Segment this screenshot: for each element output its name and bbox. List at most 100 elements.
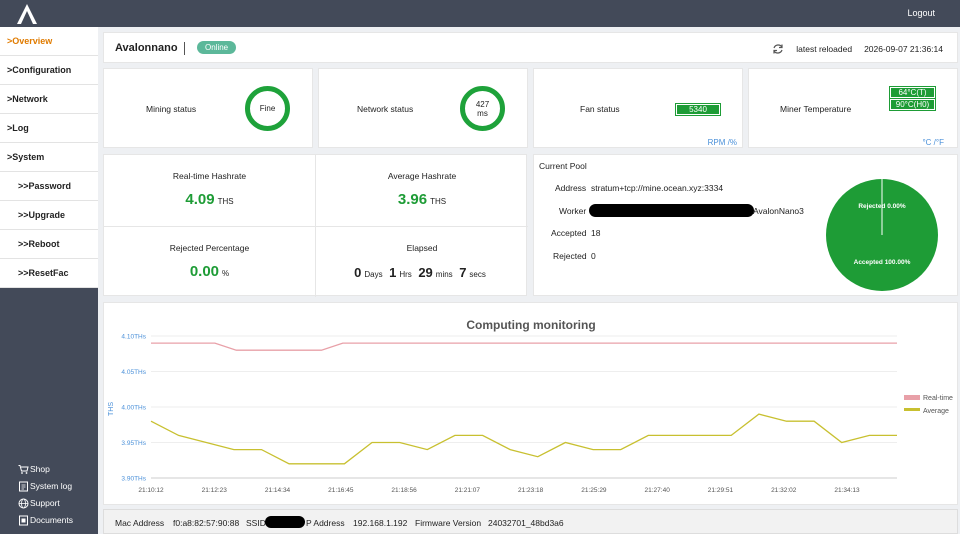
fan-unit-toggle[interactable]: RPM /% bbox=[708, 138, 737, 147]
network-status-card: Network status 427 ms bbox=[318, 68, 528, 148]
chart-x-tick-label: 21:16:45 bbox=[328, 487, 354, 494]
chart-x-tick-label: 21:27:40 bbox=[645, 487, 671, 494]
elapsed-hours-unit: Hrs bbox=[399, 270, 412, 279]
ssid-redaction bbox=[265, 516, 305, 528]
elapsed-secs: 7 bbox=[459, 265, 467, 280]
realtime-hashrate-unit: THS bbox=[217, 197, 234, 206]
elapsed-cell: Elapsed 0 Days 1 Hrs 29 mins 7 secs bbox=[316, 227, 528, 297]
fan-status-card: Fan status 5340 RPM /% bbox=[533, 68, 743, 148]
temperature-unit-toggle[interactable]: °C /°F bbox=[922, 138, 944, 147]
pool-accepted-label: Accepted bbox=[551, 228, 587, 238]
device-header: Avalonnano Online latest reloaded 2026-0… bbox=[103, 32, 958, 63]
pool-title: Current Pool bbox=[539, 161, 587, 171]
elapsed-label: Elapsed bbox=[406, 243, 438, 253]
sidebar: >Overview >Configuration >Network >Log >… bbox=[0, 27, 98, 534]
network-status-ring: 427 ms bbox=[460, 86, 505, 131]
ip-address-value: 192.168.1.192 bbox=[353, 518, 408, 528]
sidebar-menu: >Overview >Configuration >Network >Log >… bbox=[0, 27, 98, 288]
online-badge: Online bbox=[197, 41, 237, 54]
chart-x-tick-label: 21:34:13 bbox=[834, 487, 860, 494]
pool-worker-value: AvalonNano3 bbox=[753, 206, 804, 216]
chart-y-tick-label: 4.00THs bbox=[121, 405, 146, 412]
chart-x-tick-label: 21:12:23 bbox=[202, 487, 228, 494]
rejected-percentage-label: Rejected Percentage bbox=[169, 243, 250, 253]
reload-time: 2026-09-07 21:36:14 bbox=[864, 44, 943, 54]
chart-x-tick-label: 21:32:02 bbox=[771, 487, 797, 494]
chart-x-tick-label: 21:18:56 bbox=[391, 487, 417, 494]
sidebar-item-upgrade[interactable]: >>Upgrade bbox=[0, 201, 98, 230]
mining-status-card: Mining status Fine bbox=[103, 68, 313, 148]
sidebar-item-reboot[interactable]: >>Reboot bbox=[0, 230, 98, 259]
chart-x-tick-label: 21:10:12 bbox=[138, 487, 164, 494]
realtime-hashrate-cell: Real-time Hashrate 4.09 THS bbox=[104, 155, 315, 226]
legend-average-label[interactable]: Average bbox=[923, 408, 949, 415]
chart-y-tick-label: 4.05THs bbox=[121, 369, 146, 376]
average-hashrate-line bbox=[150, 413, 897, 465]
reload-label: latest reloaded bbox=[796, 44, 853, 54]
temperature-label: Miner Temperature bbox=[780, 104, 852, 114]
pool-worker-label: Worker bbox=[559, 206, 587, 216]
realtime-hashrate: 4.09 THS bbox=[104, 191, 315, 208]
chart-title: Computing monitoring bbox=[466, 318, 595, 332]
sidebar-item-configuration[interactable]: >Configuration bbox=[0, 56, 98, 85]
realtime-hashrate-line bbox=[151, 342, 897, 351]
system-log-label: System log bbox=[30, 481, 73, 491]
avalon-logo-icon[interactable] bbox=[16, 3, 38, 25]
documents-link[interactable]: Documents bbox=[18, 512, 73, 529]
fan-status-label: Fan status bbox=[580, 104, 620, 114]
share-pie-chart: Rejected 0.00% Accepted 100.00% bbox=[826, 179, 938, 291]
legend-average-swatch bbox=[904, 408, 920, 411]
sidebar-item-resetfac[interactable]: >>ResetFac bbox=[0, 259, 98, 288]
temperature-card: Miner Temperature 64°C(T) 90°C(H0) °C /°… bbox=[748, 68, 958, 148]
firmware-version-label: Firmware Version bbox=[415, 518, 482, 528]
average-hashrate-unit: THS bbox=[430, 197, 447, 206]
chart-y-tick-label: 3.95THs bbox=[121, 440, 146, 447]
rejected-percentage-cell: Rejected Percentage 0.00% bbox=[104, 227, 315, 297]
worker-redaction bbox=[589, 204, 754, 217]
system-log-link[interactable]: System log bbox=[18, 478, 73, 495]
sidebar-item-password[interactable]: >>Password bbox=[0, 172, 98, 201]
shop-link[interactable]: Shop bbox=[18, 461, 73, 478]
globe-icon bbox=[18, 498, 29, 509]
legend-realtime-label[interactable]: Real-time bbox=[923, 395, 953, 402]
sidebar-links: Shop System log Support Documents bbox=[18, 461, 73, 529]
mac-address-label: Mac Address bbox=[115, 518, 165, 528]
realtime-hashrate-value: 4.09 bbox=[185, 191, 215, 208]
sidebar-item-system[interactable]: >System bbox=[0, 143, 98, 172]
footer-info: Mac Address f0:a8:82:57:90:88 SSID P Add… bbox=[103, 509, 958, 534]
computing-monitoring-chart: Computing monitoring THS 3.90THs 3.95THs 4… bbox=[108, 318, 953, 494]
documents-label: Documents bbox=[30, 515, 73, 525]
logout-link[interactable]: Logout bbox=[907, 8, 935, 18]
chart-y-axis-label: THS bbox=[108, 402, 115, 416]
pool-rejected-value: 0 bbox=[591, 251, 596, 261]
elapsed-secs-unit: secs bbox=[469, 270, 486, 279]
ssid-label: SSID bbox=[246, 518, 266, 528]
pie-rejected-label: Rejected 0.00% bbox=[858, 203, 906, 210]
header-divider bbox=[184, 42, 185, 55]
log-icon bbox=[19, 481, 28, 492]
average-hashrate-value: 3.96 bbox=[397, 191, 428, 208]
pool-rejected-label: Rejected bbox=[553, 251, 587, 261]
refresh-icon[interactable] bbox=[772, 43, 784, 55]
pool-address-label: Address bbox=[555, 183, 587, 193]
fan-speed-value: 5340 bbox=[675, 103, 721, 116]
mining-status-ring: Fine bbox=[245, 86, 290, 131]
elapsed-days: 0 bbox=[354, 265, 362, 280]
pool-address-value: stratum+tcp://mine.ocean.xyz:3334 bbox=[591, 183, 724, 193]
sidebar-item-overview[interactable]: >Overview bbox=[0, 27, 98, 56]
chart-x-tick-label: 21:29:51 bbox=[708, 487, 734, 494]
network-latency-unit: ms bbox=[477, 108, 488, 118]
rejected-percentage: 0.00% bbox=[104, 263, 315, 280]
chart-x-tick-label: 21:14:34 bbox=[265, 487, 291, 494]
support-link[interactable]: Support bbox=[18, 495, 73, 512]
legend-realtime-swatch bbox=[904, 395, 920, 400]
chart-x-tick-label: 21:23:18 bbox=[518, 487, 544, 494]
device-name: Avalonnano bbox=[115, 42, 178, 54]
rejected-percentage-unit: % bbox=[222, 269, 230, 278]
sidebar-item-log[interactable]: >Log bbox=[0, 114, 98, 143]
elapsed-mins-unit: mins bbox=[435, 270, 453, 279]
mining-status-value: Fine bbox=[259, 104, 276, 113]
sidebar-item-network[interactable]: >Network bbox=[0, 85, 98, 114]
network-latency-value: 427 bbox=[475, 99, 490, 109]
average-hashrate-label: Average Hashrate bbox=[387, 171, 457, 181]
